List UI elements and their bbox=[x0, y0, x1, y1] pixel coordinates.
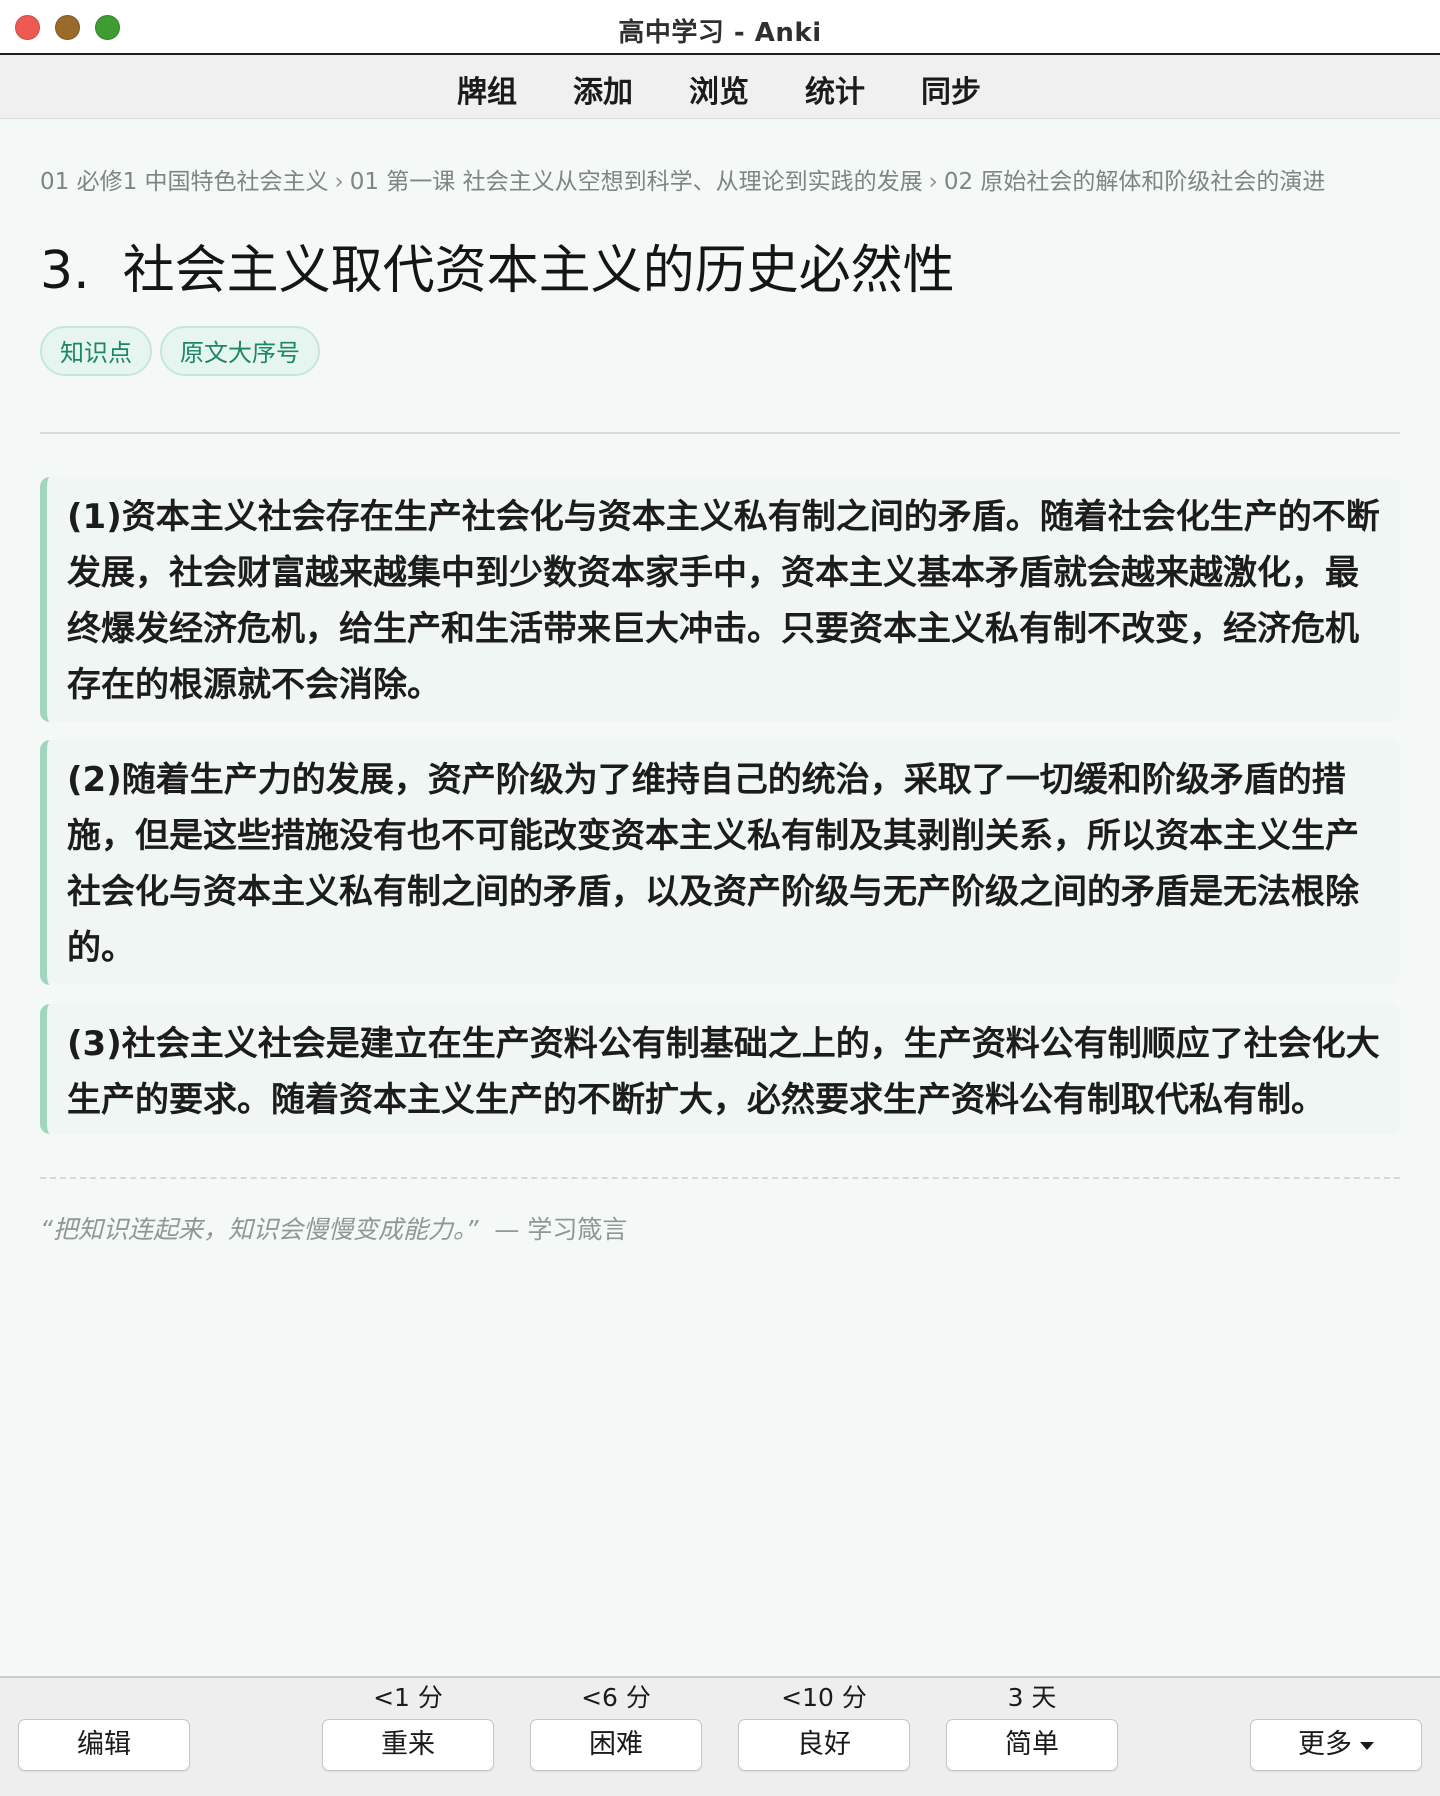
anki-window: 高中学习 - Anki 牌组 添加 浏览 统计 同步 01 必修1 中国特色社会… bbox=[0, 0, 1440, 1796]
breadcrumb-item: 02 原始社会的解体和阶级社会的演进 bbox=[943, 169, 1326, 195]
quote-author: — 学习箴言 bbox=[494, 1215, 628, 1244]
breadcrumb-separator: › bbox=[334, 169, 344, 195]
tag-list: 知识点 原文大序号 bbox=[40, 326, 328, 378]
paragraph-text: (3)社会主义社会是建立在生产资料公有制基础之上的，生产资料公有制顺应了社会化大… bbox=[67, 1024, 1380, 1120]
more-button[interactable]: 更多 bbox=[1250, 1719, 1422, 1771]
top-toolbar: 牌组 添加 浏览 统计 同步 bbox=[0, 55, 1440, 119]
motto-quote: “把知识连起来，知识会慢慢变成能力。” — 学习箴言 bbox=[40, 1210, 627, 1246]
edit-button[interactable]: 编辑 bbox=[18, 1719, 190, 1771]
breadcrumb: 01 必修1 中国特色社会主义 › 01 第一课 社会主义从空想到科学、从理论到实践… bbox=[40, 162, 1400, 196]
tag-badge: 原文大序号 bbox=[160, 326, 320, 376]
quote-text: “把知识连起来，知识会慢慢变成能力。” bbox=[40, 1215, 479, 1244]
title-bar: 高中学习 - Anki bbox=[0, 0, 1440, 55]
hard-interval: <6 分 bbox=[581, 1683, 651, 1712]
toolbar-stats[interactable]: 统计 bbox=[805, 67, 865, 111]
toolbar-add[interactable]: 添加 bbox=[573, 67, 633, 111]
tag-badge: 知识点 bbox=[40, 326, 152, 376]
paragraph-block-2: (2)随着生产力的发展，资产阶级为了维持自己的统治，采取了一切缓和阶级矛盾的措施… bbox=[40, 740, 1400, 985]
toolbar-decks[interactable]: 牌组 bbox=[457, 67, 517, 111]
card-title: 3. 社会主义取代资本主义的历史必然性 bbox=[40, 241, 955, 301]
toolbar-sync[interactable]: 同步 bbox=[921, 67, 981, 111]
again-interval: <1 分 bbox=[373, 1683, 443, 1712]
dashed-divider bbox=[40, 1177, 1400, 1179]
again-button[interactable]: 重来 bbox=[322, 1719, 494, 1771]
more-label: 更多 bbox=[1298, 1729, 1352, 1760]
paragraph-text: (2)随着生产力的发展，资产阶级为了维持自己的统治，采取了一切缓和阶级矛盾的措施… bbox=[67, 760, 1359, 968]
answer-bar: 编辑 <1 分 重来 <6 分 困难 <10 分 良好 3 天 简单 更多 bbox=[0, 1676, 1440, 1796]
breadcrumb-item: 01 第一课 社会主义从空想到科学、从理论到实践的发展 bbox=[349, 169, 923, 195]
hard-button[interactable]: 困难 bbox=[530, 1719, 702, 1771]
window-title: 高中学习 - Anki bbox=[618, 18, 822, 48]
paragraph-text: (1)资本主义社会存在生产社会化与资本主义私有制之间的矛盾。随着社会化生产的不断… bbox=[67, 497, 1380, 705]
paragraph-block-3: (3)社会主义社会是建立在生产资料公有制基础之上的，生产资料公有制顺应了社会化大… bbox=[40, 1004, 1400, 1134]
divider bbox=[40, 432, 1400, 434]
paragraph-block-1: (1)资本主义社会存在生产社会化与资本主义私有制之间的矛盾。随着社会化生产的不断… bbox=[40, 477, 1400, 722]
toolbar-browse[interactable]: 浏览 bbox=[689, 67, 749, 111]
breadcrumb-separator: › bbox=[928, 169, 938, 195]
good-interval: <10 分 bbox=[781, 1683, 867, 1712]
easy-button[interactable]: 简单 bbox=[946, 1719, 1118, 1771]
breadcrumb-item: 01 必修1 中国特色社会主义 bbox=[40, 169, 329, 195]
good-button[interactable]: 良好 bbox=[738, 1719, 910, 1771]
chevron-down-icon bbox=[1360, 1741, 1374, 1750]
easy-interval: 3 天 bbox=[1007, 1683, 1057, 1712]
